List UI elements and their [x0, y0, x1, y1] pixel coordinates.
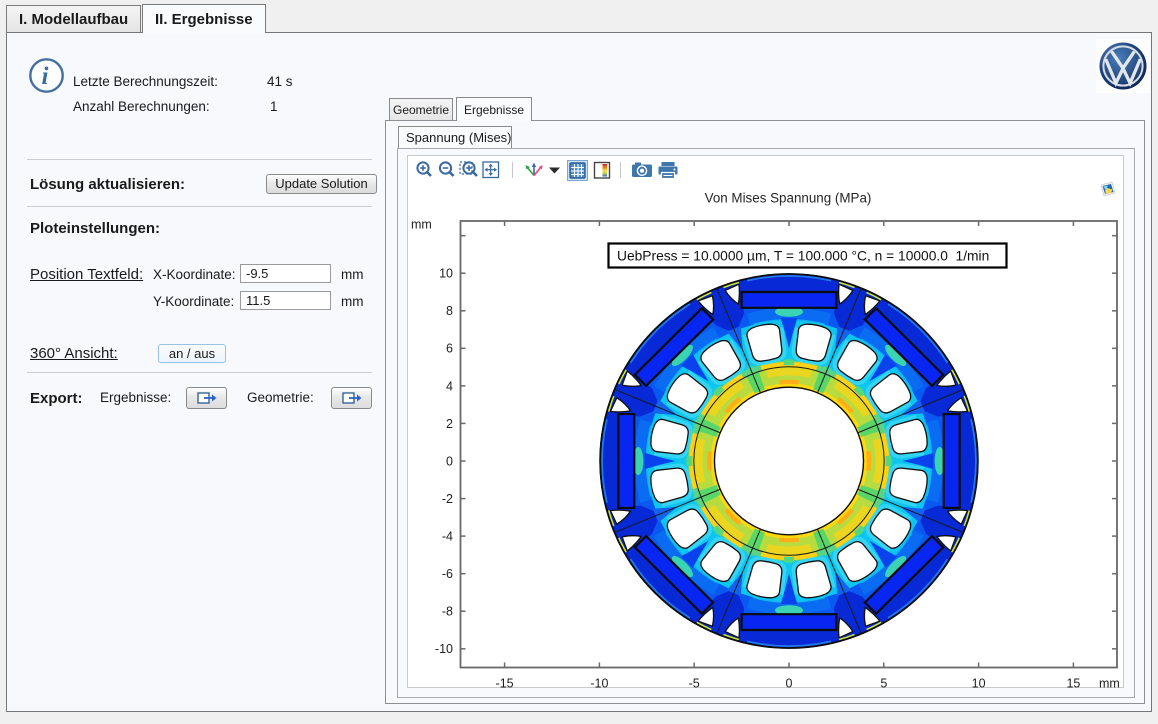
- svg-text:-10: -10: [435, 642, 453, 656]
- svg-text:mm: mm: [1099, 677, 1120, 689]
- svg-text:-5: -5: [689, 677, 700, 689]
- svg-text:6: 6: [446, 342, 453, 356]
- svg-text:-6: -6: [442, 567, 453, 581]
- svg-text:i: i: [42, 63, 49, 90]
- svg-text:-4: -4: [442, 530, 453, 544]
- svg-text:15: 15: [1066, 677, 1080, 689]
- svg-text:0: 0: [786, 677, 793, 689]
- svg-text:-10: -10: [590, 677, 608, 689]
- svg-text:UebPress = 10.0000 µm, T = 100: UebPress = 10.0000 µm, T = 100.000 °C, n…: [617, 249, 989, 264]
- svg-text:8: 8: [446, 304, 453, 318]
- svg-text:-2: -2: [442, 492, 453, 506]
- svg-text:10: 10: [439, 267, 453, 281]
- svg-text:-15: -15: [496, 677, 514, 689]
- svg-text:10: 10: [972, 677, 986, 689]
- svg-text:Von Mises Spannung (MPa): Von Mises Spannung (MPa): [705, 191, 872, 206]
- svg-text:2: 2: [446, 417, 453, 431]
- svg-text:5: 5: [880, 677, 887, 689]
- svg-text:0: 0: [446, 454, 453, 468]
- svg-text:-8: -8: [442, 605, 453, 619]
- svg-text:mm: mm: [411, 218, 432, 232]
- svg-text:4: 4: [446, 379, 453, 393]
